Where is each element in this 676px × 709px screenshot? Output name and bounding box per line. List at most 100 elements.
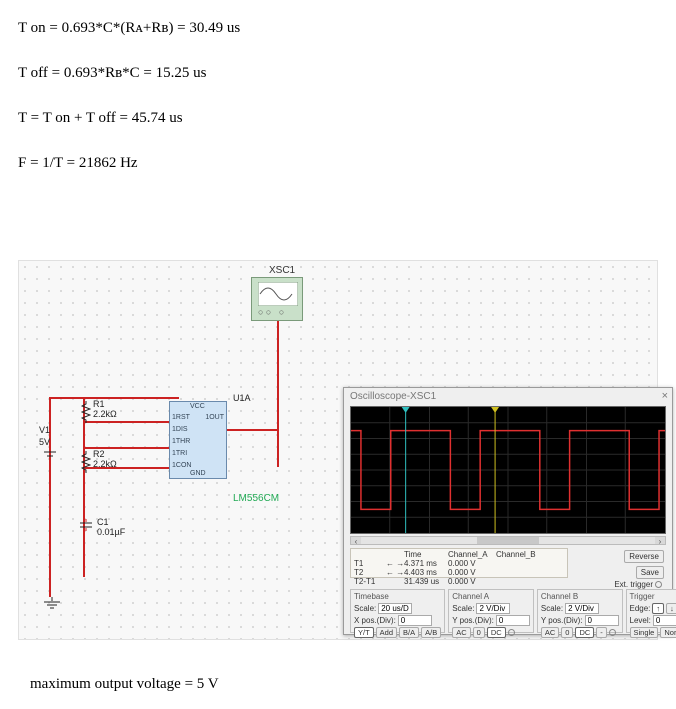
pin-gnd: GND	[190, 470, 206, 477]
chb-dc[interactable]: DC	[575, 627, 594, 638]
tb-mode-yt[interactable]: Y/T	[354, 627, 374, 638]
trigger-panel: Trigger Edge: ↑ ↓ A B Ext Level:V Single…	[626, 589, 676, 633]
cha-heading: Channel A	[452, 592, 530, 601]
scroll-left-icon[interactable]: ‹	[351, 537, 361, 544]
wire	[227, 429, 279, 431]
dt-time: 31.439 us	[404, 577, 444, 586]
resistor-icon	[81, 401, 91, 423]
ext-trigger-label: Ext. trigger	[614, 580, 662, 589]
pin-thr: 1THR	[172, 438, 190, 445]
cursor-readout: Time Channel_A Channel_B T1 ← → 4.371 ms…	[350, 548, 568, 578]
r2-value: 2.2kΩ	[93, 459, 117, 469]
wire	[83, 421, 169, 423]
channel-a-panel: Channel A Scale: Y pos.(Div): AC 0 DC	[448, 589, 534, 633]
footer-note: maximum output voltage = 5 V	[30, 676, 219, 693]
u1-name: U1A	[233, 393, 251, 403]
chb-heading: Channel B	[541, 592, 619, 601]
wire	[83, 397, 85, 577]
chb-scale-label: Scale:	[541, 604, 563, 613]
tb-mode-ba[interactable]: B/A	[399, 627, 419, 638]
ext-trigger-jack[interactable]	[655, 581, 662, 588]
pin-out: 1OUT	[205, 414, 224, 421]
cha-ypos-input[interactable]	[496, 615, 530, 626]
col-time: Time	[404, 550, 444, 559]
equation-f: F = 1/T = 21862 Hz	[18, 155, 658, 172]
trig-level-label: Level:	[630, 616, 651, 625]
t2-cha: 0.000 V	[448, 568, 492, 577]
pin-tri: 1TRI	[172, 450, 187, 457]
cha-scale-label: Scale:	[452, 604, 474, 613]
pin-rst: 1RST	[172, 414, 190, 421]
trig-level-input[interactable]	[653, 615, 676, 626]
tb-scale-label: Scale:	[354, 604, 376, 613]
equation-toff: T off = 0.693*Rʙ*C = 15.25 us	[18, 65, 658, 82]
oscilloscope-window[interactable]: Oscilloscope-XSC1 × ‹ ›	[343, 387, 673, 635]
dt-label: T2-T1	[354, 577, 382, 586]
schematic-canvas[interactable]: XSC1 ○ ○ ○ V1 5V R1 2.2kΩ R2 2.2kΩ C1 0.…	[18, 260, 658, 640]
chb-ac[interactable]: AC	[541, 627, 559, 638]
t2-arrows[interactable]: ← →	[386, 568, 400, 577]
cha-jack[interactable]	[508, 629, 515, 636]
chb-zero[interactable]: 0	[561, 627, 573, 638]
tb-scale-input[interactable]	[378, 603, 412, 614]
cha-zero[interactable]: 0	[473, 627, 485, 638]
oscilloscope-symbol[interactable]: ○ ○ ○	[251, 277, 303, 321]
trig-heading: Trigger	[630, 592, 676, 601]
pin-con: 1CON	[172, 462, 191, 469]
waveform-icon	[351, 407, 665, 533]
equation-ton: T on = 0.693*C*(Rᴀ+Rʙ) = 30.49 us	[18, 20, 658, 37]
channel-b-panel: Channel B Scale: Y pos.(Div): AC 0 DC -	[537, 589, 623, 633]
scroll-right-icon[interactable]: ›	[655, 537, 665, 544]
trig-single[interactable]: Single	[630, 627, 659, 638]
chb-scale-input[interactable]	[565, 603, 599, 614]
equation-t: T = T on + T off = 45.74 us	[18, 110, 658, 127]
v1-value: 5V	[39, 437, 50, 447]
t1-label: T1	[354, 559, 382, 568]
r2-name: R2	[93, 449, 105, 459]
sine-icon	[258, 282, 298, 306]
trig-edge-fall[interactable]: ↓	[666, 603, 676, 614]
wire	[49, 397, 179, 399]
cha-dc[interactable]: DC	[487, 627, 506, 638]
reverse-button[interactable]: Reverse	[624, 550, 664, 563]
time-scrollbar[interactable]: ‹ ›	[350, 536, 666, 545]
ic-chip[interactable]: VCC 1RST 1OUT 1DIS 1THR 1TRI 1CON GND	[169, 401, 227, 479]
c1-name: C1	[97, 517, 109, 527]
r1-name: R1	[93, 399, 105, 409]
u1-part: LM556CM	[233, 493, 279, 504]
chb-ypos-label: Y pos.(Div):	[541, 616, 583, 625]
timebase-panel: Timebase Scale: X pos.(Div): Y/T Add B/A…	[350, 589, 445, 633]
t1-arrows[interactable]: ← →	[386, 559, 400, 568]
oscilloscope-part-label: XSC1	[269, 265, 295, 276]
cha-scale-input[interactable]	[476, 603, 510, 614]
cha-ypos-label: Y pos.(Div):	[452, 616, 494, 625]
close-icon[interactable]: ×	[662, 390, 668, 402]
timebase-heading: Timebase	[354, 592, 441, 601]
t1-cha: 0.000 V	[448, 559, 492, 568]
tb-mode-ab[interactable]: A/B	[421, 627, 441, 638]
wire	[277, 321, 279, 467]
pin-vcc: VCC	[190, 403, 205, 410]
v1-name: V1	[39, 425, 50, 435]
tb-xpos-input[interactable]	[398, 615, 432, 626]
ground-icon	[43, 597, 61, 611]
oscilloscope-title: Oscilloscope-XSC1	[344, 388, 672, 405]
t2-time: 4.403 ms	[404, 568, 444, 577]
tb-mode-add[interactable]: Add	[376, 627, 397, 638]
cha-ac[interactable]: AC	[452, 627, 470, 638]
capacitor-icon	[79, 519, 93, 531]
scroll-thumb[interactable]	[477, 537, 540, 544]
dt-cha: 0.000 V	[448, 577, 492, 586]
chb-jack[interactable]	[609, 629, 616, 636]
t2-label: T2	[354, 568, 382, 577]
chb-invert[interactable]: -	[596, 627, 607, 638]
oscilloscope-screen[interactable]	[350, 406, 666, 534]
voltage-source-icon	[43, 447, 57, 465]
trig-edge-rise[interactable]: ↑	[652, 603, 664, 614]
trig-normal[interactable]: Normal	[660, 627, 676, 638]
col-chb: Channel_B	[496, 550, 540, 559]
save-button[interactable]: Save	[636, 566, 664, 579]
chb-ypos-input[interactable]	[585, 615, 619, 626]
t1-time: 4.371 ms	[404, 559, 444, 568]
tb-xpos-label: X pos.(Div):	[354, 616, 396, 625]
